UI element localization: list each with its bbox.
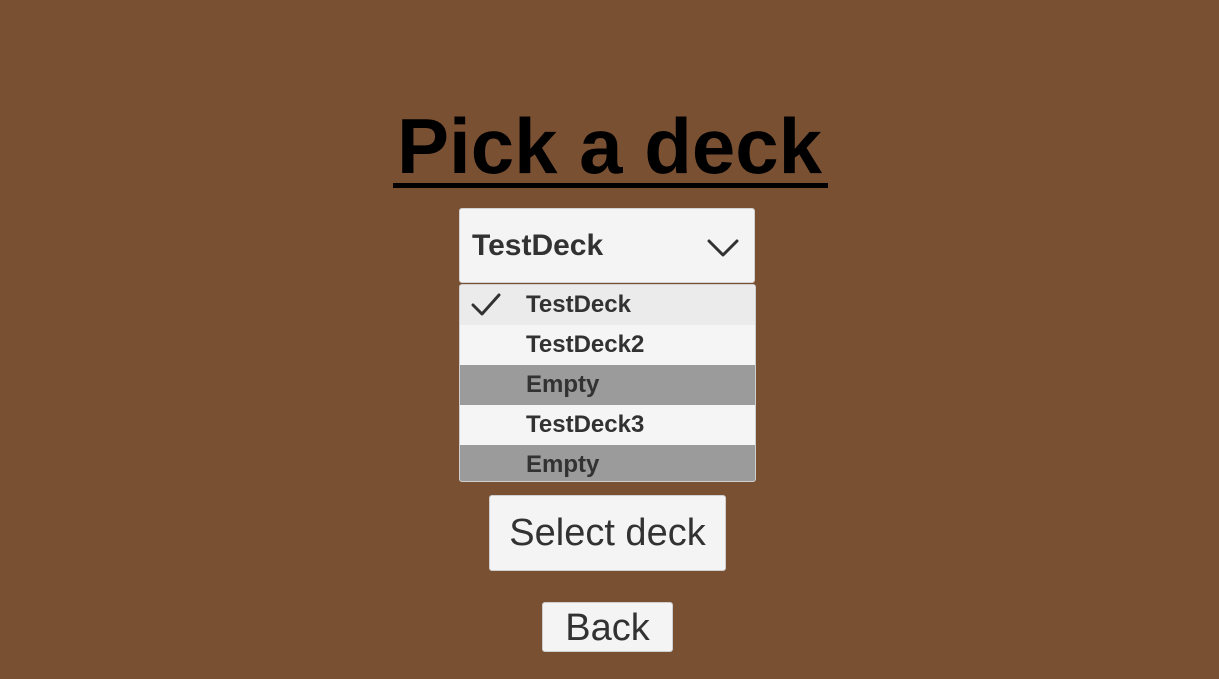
- dropdown-option-testdeck[interactable]: TestDeck: [460, 285, 755, 325]
- deck-selection-screen: Pick a deck TestDeck TestDeck TestDeck2 …: [0, 0, 1219, 679]
- dropdown-option-testdeck2[interactable]: TestDeck2: [460, 325, 755, 365]
- chevron-down-icon: [707, 239, 739, 257]
- option-label: TestDeck: [526, 291, 631, 318]
- dropdown-option-testdeck3[interactable]: TestDeck3: [460, 405, 755, 445]
- select-deck-button[interactable]: Select deck: [489, 495, 726, 571]
- dropdown-selected-label: TestDeck: [472, 229, 604, 262]
- option-label: Empty: [526, 451, 600, 478]
- option-label: Empty: [526, 371, 600, 398]
- back-button[interactable]: Back: [542, 602, 673, 652]
- dropdown-option-list: TestDeck TestDeck2 Empty TestDeck3 Empty: [459, 284, 756, 482]
- title-underline: [393, 183, 828, 188]
- option-label: TestDeck3: [526, 411, 645, 438]
- dropdown-option-empty[interactable]: Empty: [460, 365, 755, 405]
- option-label: TestDeck2: [526, 331, 645, 358]
- page-title: Pick a deck: [397, 102, 822, 190]
- deck-dropdown[interactable]: TestDeck: [459, 208, 755, 283]
- checkmark-icon: [471, 293, 501, 316]
- dropdown-option-empty[interactable]: Empty: [460, 445, 755, 481]
